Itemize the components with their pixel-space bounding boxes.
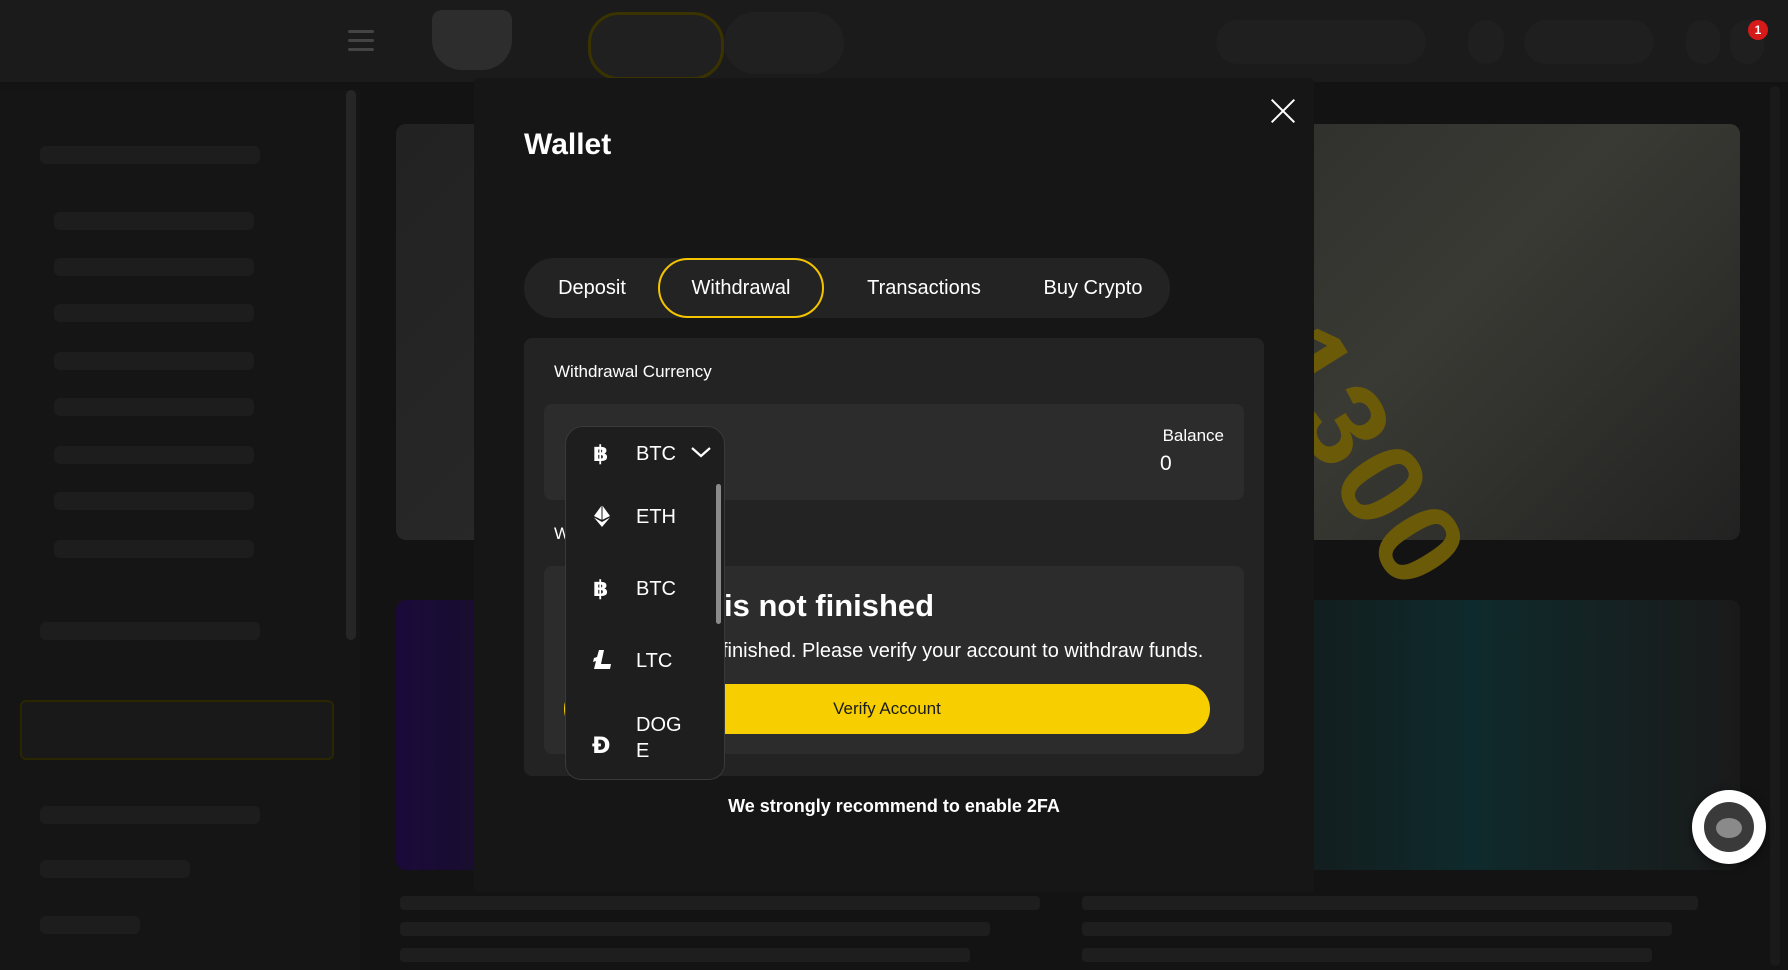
- chat-icon[interactable]: [1686, 20, 1720, 64]
- tab-withdrawal[interactable]: Withdrawal: [658, 258, 824, 318]
- page-scrollbar[interactable]: [1770, 86, 1780, 966]
- svg-text:฿: ฿: [593, 577, 608, 600]
- svg-text:฿: ฿: [593, 442, 608, 465]
- support-avatar-icon: [1704, 802, 1754, 852]
- btc-icon: ฿: [593, 442, 608, 465]
- currency-dropdown: ETH ฿ BTC LTC Đ DOG E: [565, 480, 725, 780]
- currency-option-eth[interactable]: ETH: [566, 486, 706, 546]
- page-text: [400, 948, 970, 962]
- selected-currency: BTC: [636, 443, 676, 465]
- tab-deposit[interactable]: Deposit: [524, 258, 660, 318]
- eth-icon: [594, 505, 610, 527]
- menu-icon[interactable]: [348, 30, 374, 52]
- option-label: BTC: [636, 578, 676, 600]
- user-balance-display[interactable]: [1524, 20, 1654, 64]
- balance-label: Balance: [1162, 426, 1224, 445]
- page-text: [400, 896, 1040, 910]
- header-tab-casino[interactable]: [588, 12, 724, 80]
- support-chat-button[interactable]: [1692, 790, 1766, 864]
- balance-value: 0: [1160, 452, 1172, 475]
- sidebar-item[interactable]: [54, 258, 254, 276]
- page-text: [400, 922, 990, 936]
- currency-option-btc[interactable]: ฿ BTC: [566, 558, 706, 618]
- currency-option-ltc[interactable]: LTC: [566, 630, 706, 690]
- recommend-2fa-text: We strongly recommend to enable 2FA: [728, 796, 1060, 816]
- option-label: LTC: [636, 650, 673, 672]
- sidebar-item[interactable]: [54, 446, 254, 464]
- sidebar-item[interactable]: [40, 622, 260, 640]
- verify-title: is not finished: [724, 588, 935, 623]
- page-text: [1082, 948, 1652, 962]
- modal-title: Wallet: [524, 128, 612, 161]
- sidebar-item[interactable]: [40, 916, 140, 934]
- search-icon[interactable]: [1468, 20, 1504, 64]
- sidebar-item-promotions[interactable]: [20, 700, 334, 760]
- ltc-icon: [593, 650, 611, 669]
- header-tab-esports[interactable]: [724, 12, 844, 74]
- sidebar-item[interactable]: [54, 492, 254, 510]
- sidebar-item[interactable]: [54, 540, 254, 558]
- chevron-down-icon: [691, 447, 711, 458]
- option-label: ETH: [636, 506, 676, 528]
- page-text: [1082, 896, 1698, 910]
- verify-message: finished. Please verify your account to …: [722, 640, 1204, 662]
- sidebar-scrollbar[interactable]: [346, 90, 356, 640]
- currency-option-doge[interactable]: Đ DOG E: [566, 702, 706, 762]
- sidebar-item[interactable]: [54, 352, 254, 370]
- currency-select[interactable]: ฿ BTC: [565, 426, 725, 482]
- sidebar: [0, 90, 360, 970]
- wallet-tabs: Deposit Withdrawal Transactions Buy Cryp…: [524, 258, 1170, 318]
- notification-badge: 1: [1748, 20, 1768, 40]
- sidebar-item[interactable]: [40, 806, 260, 824]
- sidebar-item[interactable]: [54, 212, 254, 230]
- sidebar-item[interactable]: [54, 304, 254, 322]
- option-label: DOG E: [636, 714, 682, 762]
- tab-transactions[interactable]: Transactions: [834, 258, 1014, 318]
- dropdown-scrollbar[interactable]: [716, 484, 721, 624]
- btc-icon: ฿: [593, 577, 608, 600]
- site-header: [0, 0, 1788, 82]
- sidebar-item[interactable]: [54, 398, 254, 416]
- doge-icon: Đ: [592, 734, 610, 756]
- sidebar-item[interactable]: [40, 860, 190, 878]
- sidebar-item[interactable]: [40, 146, 260, 164]
- close-icon[interactable]: [1268, 96, 1298, 126]
- withdrawal-currency-label: Withdrawal Currency: [554, 362, 712, 381]
- site-logo[interactable]: [432, 10, 512, 70]
- page-text: [1082, 922, 1672, 936]
- deposit-button[interactable]: [1216, 20, 1426, 64]
- tab-buy-crypto[interactable]: Buy Crypto: [1018, 258, 1168, 318]
- svg-text:Đ: Đ: [592, 734, 610, 756]
